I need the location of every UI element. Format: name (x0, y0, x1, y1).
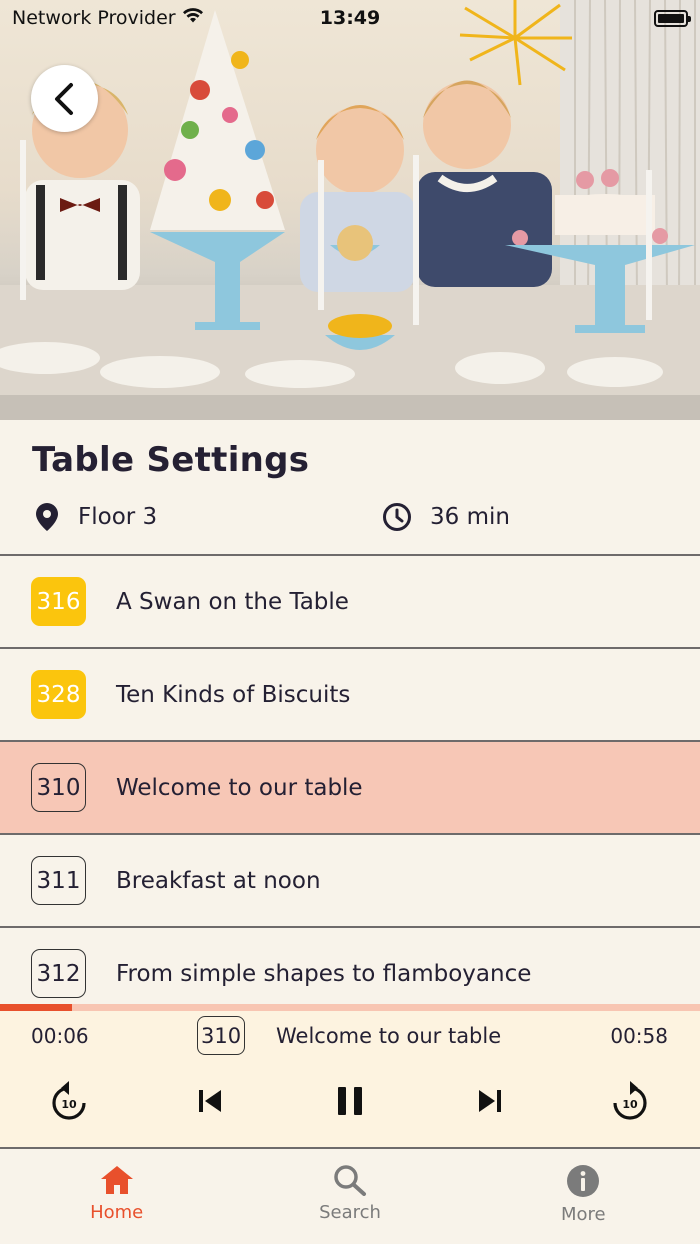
skip-previous-icon (199, 1090, 221, 1112)
skip-next-icon (479, 1090, 501, 1112)
battery-icon (654, 9, 691, 27)
replay-10-icon: 10 (52, 1081, 86, 1120)
home-icon (100, 1166, 133, 1194)
tab-label: More (561, 1204, 606, 1225)
list-item-active[interactable]: 310 Welcome to our table (0, 742, 700, 835)
stop-number-badge: 312 (31, 949, 86, 998)
chevron-left-icon (54, 82, 73, 115)
svg-text:10: 10 (61, 1098, 77, 1111)
previous-track-button[interactable] (185, 1076, 235, 1126)
tab-label: Search (319, 1202, 381, 1223)
now-playing-badge: 310 (197, 1016, 246, 1055)
location-info: Floor 3 (34, 502, 157, 532)
rewind-10-button[interactable]: 10 (44, 1076, 94, 1126)
now-playing-title: Welcome to our table (276, 1024, 502, 1048)
stop-title: Welcome to our table (116, 774, 363, 801)
audio-player: 00:06 310 Welcome to our table 00:58 10 … (0, 1004, 700, 1149)
stop-title: From simple shapes to flamboyance (116, 960, 532, 987)
progress-fill (0, 1004, 73, 1011)
stop-number-badge: 310 (31, 763, 86, 812)
forward-10-icon: 10 (613, 1081, 647, 1120)
pause-button[interactable] (325, 1076, 375, 1126)
playback-controls: 10 10 (0, 1076, 700, 1132)
search-icon (334, 1165, 366, 1196)
progress-bar[interactable] (0, 1004, 700, 1011)
stop-number-badge: 316 (31, 577, 86, 626)
location-label: Floor 3 (78, 504, 158, 530)
pause-icon (338, 1087, 362, 1115)
svg-text:10: 10 (622, 1098, 638, 1111)
list-item[interactable]: 311 Breakfast at noon (0, 835, 700, 928)
status-bar: Network Provider 13:49 (0, 0, 700, 36)
forward-10-button[interactable]: 10 (605, 1076, 655, 1126)
stop-title: Breakfast at noon (116, 867, 321, 894)
duration-info: 36 min (382, 502, 510, 532)
info-icon (567, 1165, 600, 1197)
tab-search[interactable]: Search (233, 1150, 466, 1244)
next-track-button[interactable] (465, 1076, 515, 1126)
carrier-label: Network Provider (12, 7, 176, 29)
wifi-icon (182, 7, 204, 29)
tab-label: Home (90, 1202, 144, 1223)
clock-icon (383, 503, 411, 531)
hero-image (0, 0, 700, 420)
stop-number-badge: 311 (31, 856, 86, 905)
page-title: Table Settings (32, 440, 310, 480)
elapsed-time: 00:06 (31, 1024, 89, 1048)
list-item[interactable]: 312 From simple shapes to flamboyance (0, 928, 700, 1004)
back-button[interactable] (31, 65, 98, 132)
stop-list: 316 A Swan on the Table 328 Ten Kinds of… (0, 556, 700, 1004)
tour-header: Table Settings Floor 3 36 min (0, 420, 700, 556)
tab-bar: Home Search More (0, 1150, 700, 1244)
stop-number-badge: 328 (31, 670, 86, 719)
hero-illustration (0, 0, 700, 420)
stop-title: A Swan on the Table (116, 588, 349, 615)
location-pin-icon (36, 503, 58, 531)
list-item[interactable]: 328 Ten Kinds of Biscuits (0, 649, 700, 742)
tab-more[interactable]: More (467, 1150, 700, 1244)
stop-title: Ten Kinds of Biscuits (116, 681, 351, 708)
tab-home[interactable]: Home (0, 1150, 233, 1244)
duration-label: 36 min (430, 504, 510, 530)
total-time: 00:58 (610, 1024, 668, 1048)
list-item[interactable]: 316 A Swan on the Table (0, 556, 700, 649)
